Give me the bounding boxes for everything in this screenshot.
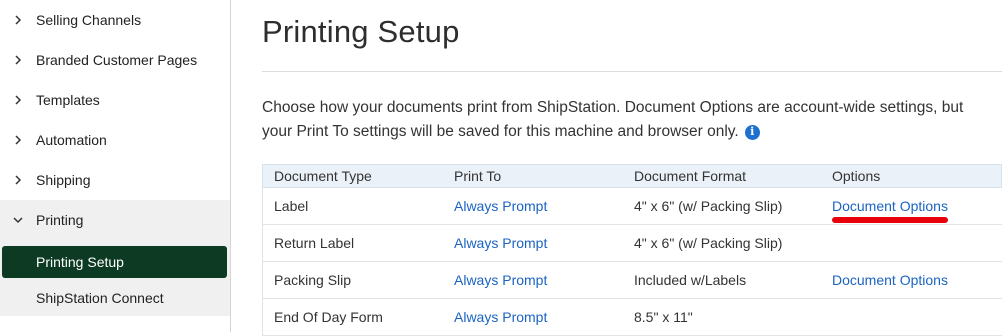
document-type-cell: Return Label — [274, 235, 355, 251]
table-row: Return Label Always Prompt 4" x 6" (w/ P… — [262, 225, 1002, 262]
header-document-type: Document Type — [274, 168, 372, 184]
print-to-link[interactable]: Always Prompt — [454, 309, 547, 325]
print-to-link[interactable]: Always Prompt — [454, 198, 547, 214]
document-options-link[interactable]: Document Options — [832, 198, 948, 214]
header-options: Options — [832, 168, 881, 184]
document-format-cell: 4" x 6" (w/ Packing Slip) — [634, 235, 783, 251]
table-row: End Of Day Form Always Prompt 8.5" x 11" — [262, 299, 1002, 336]
document-format-cell: Included w/Labels — [634, 272, 747, 288]
sidebar-item-label: Templates — [36, 92, 100, 108]
sidebar-subitem-label: ShipStation Connect — [36, 290, 164, 306]
sidebar-item-selling-channels[interactable]: Selling Channels — [0, 0, 230, 40]
sidebar-subitem-printing-setup[interactable]: Printing Setup — [2, 246, 227, 278]
document-type-cell: Label — [274, 198, 309, 214]
header-document-format: Document Format — [634, 168, 747, 184]
info-icon[interactable]: i — [744, 124, 760, 140]
table-row: Label Always Prompt 4" x 6" (w/ Packing … — [262, 188, 1002, 225]
print-to-link[interactable]: Always Prompt — [454, 272, 547, 288]
print-to-link[interactable]: Always Prompt — [454, 235, 547, 251]
document-type-cell: End Of Day Form — [274, 309, 383, 325]
sidebar-subitem-shipstation-connect[interactable]: ShipStation Connect — [0, 280, 230, 316]
document-format-cell: 4" x 6" (w/ Packing Slip) — [634, 198, 783, 214]
settings-sidebar: Selling Channels Branded Customer Pages … — [0, 0, 231, 332]
main-content: Printing Setup Choose how your documents… — [262, 0, 1006, 336]
description-text: Choose how your documents print from Shi… — [262, 99, 964, 140]
sidebar-item-label: Branded Customer Pages — [36, 52, 198, 68]
chevron-down-icon — [0, 215, 36, 225]
document-type-cell: Packing Slip — [274, 272, 352, 288]
chevron-right-icon — [0, 15, 36, 25]
sidebar-item-automation[interactable]: Automation — [0, 120, 230, 160]
sidebar-item-templates[interactable]: Templates — [0, 80, 230, 120]
table-row: Packing Slip Always Prompt Included w/La… — [262, 262, 1002, 299]
sidebar-item-branded-customer-pages[interactable]: Branded Customer Pages — [0, 40, 230, 80]
sidebar-item-printing[interactable]: Printing — [0, 200, 230, 240]
table-header: Document Type Print To Document Format O… — [262, 164, 1002, 188]
options-cell: Document Options — [832, 198, 948, 223]
red-annotation-underline — [832, 217, 948, 223]
chevron-right-icon — [0, 175, 36, 185]
sidebar-subitem-label: Printing Setup — [36, 254, 124, 270]
sidebar-item-label: Printing — [36, 212, 84, 228]
page-description: Choose how your documents print from Shi… — [262, 96, 992, 144]
title-divider — [262, 71, 1002, 72]
sidebar-item-label: Automation — [36, 132, 107, 148]
chevron-right-icon — [0, 55, 36, 65]
document-format-cell: 8.5" x 11" — [634, 309, 693, 325]
page-title: Printing Setup — [262, 14, 460, 49]
sidebar-item-shipping[interactable]: Shipping — [0, 160, 230, 200]
sidebar-item-label: Shipping — [36, 172, 91, 188]
document-options-link[interactable]: Document Options — [832, 272, 948, 288]
documents-table: Document Type Print To Document Format O… — [262, 164, 1002, 336]
chevron-right-icon — [0, 95, 36, 105]
header-print-to: Print To — [454, 168, 502, 184]
sidebar-item-label: Selling Channels — [36, 12, 142, 28]
chevron-right-icon — [0, 135, 36, 145]
